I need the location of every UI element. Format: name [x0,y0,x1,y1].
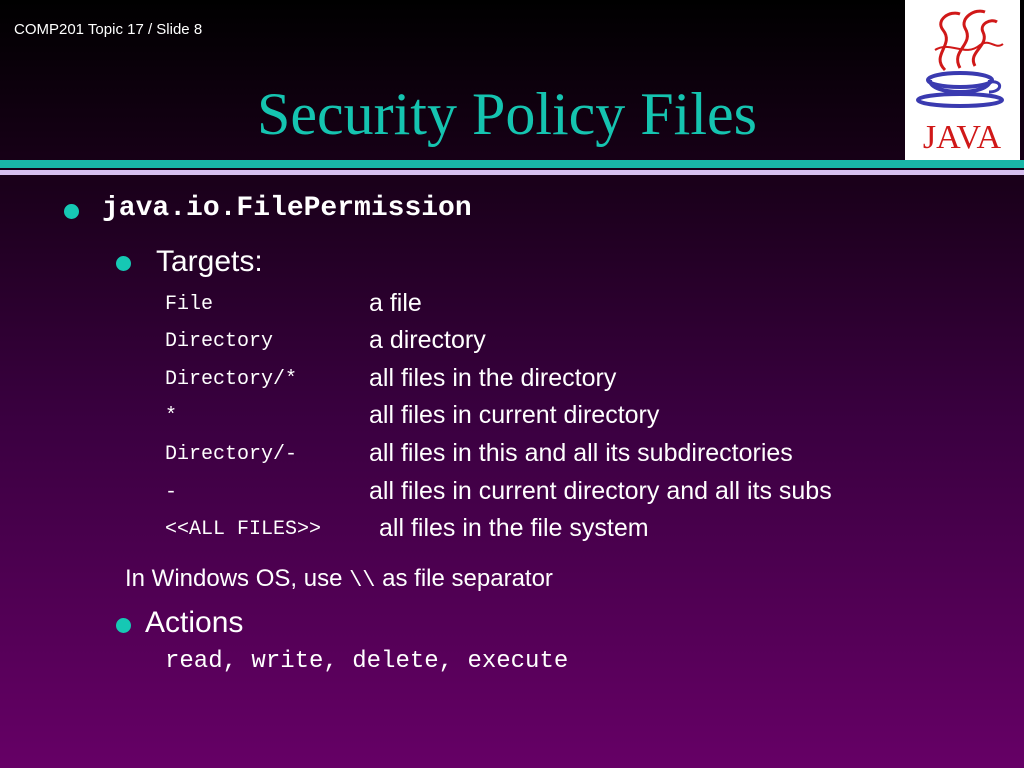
note-suffix: as file separator [375,565,553,592]
target-row: - all files in current directory and all… [165,477,965,513]
target-code: Directory [165,330,274,353]
target-desc: all files in current directory [369,401,660,429]
header-slide-label: COMP201 Topic 17 / Slide 8 [14,21,203,38]
target-code: - [165,481,178,504]
slide-title: Security Policy Files [257,81,757,147]
target-code: * [165,405,178,428]
target-row: * all files in current directory [165,401,965,437]
java-logo: JAVA [905,0,1020,160]
target-code: <<ALL FILES>> [165,518,322,541]
target-row: File a file [165,289,965,325]
actions-heading: Actions [145,606,244,639]
target-desc: a directory [369,326,486,354]
target-row: <<ALL FILES>> all files in the file syst… [165,514,965,550]
target-row: Directory a directory [165,326,965,362]
bullet-dot-icon [64,204,79,219]
java-logo-text: JAVA [923,119,1002,156]
target-row: Directory/- all files in this and all it… [165,439,965,475]
target-desc: all files in current directory and all i… [369,477,832,505]
note-prefix: In Windows OS, use [125,565,350,592]
divider-lilac [0,170,1024,175]
target-code: File [165,293,214,316]
actions-list: read, write, delete, execute [165,648,569,675]
divider-teal [0,160,1024,168]
target-desc: all files in the directory [369,364,617,392]
note-separator: \\ [349,568,376,593]
target-desc: all files in this and all its subdirecto… [369,439,793,467]
target-desc: all files in the file system [379,514,649,542]
target-code: Directory/- [165,443,298,466]
main-bullet-text: java.io.FilePermission [102,193,472,224]
windows-separator-note: In Windows OS, use \\ as file separator [125,565,553,593]
target-code: Directory/* [165,368,298,391]
bullet-dot-icon [116,618,131,633]
target-row: Directory/* all files in the directory [165,364,965,400]
bullet-dot-icon [116,256,131,271]
target-desc: a file [369,289,422,317]
java-coffee-cup-icon: JAVA [916,9,1004,156]
targets-heading: Targets: [156,245,263,278]
